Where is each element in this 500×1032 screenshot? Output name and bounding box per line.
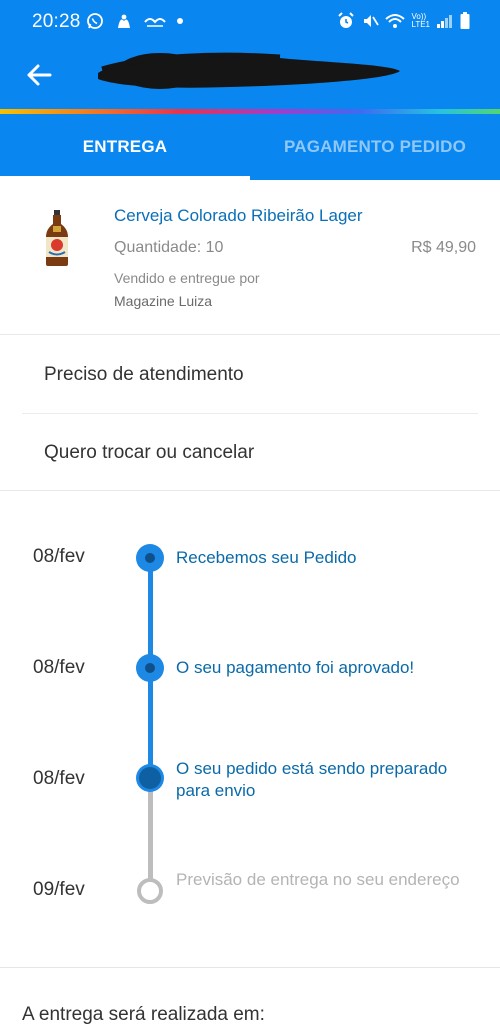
timeline-dot-inner (145, 553, 155, 563)
timeline-line-pending (148, 779, 153, 891)
tab-bar: ENTREGA PAGAMENTO PEDIDO (0, 114, 500, 180)
beer-bottle-image (46, 210, 68, 266)
product-quantity: Quantidade: 10 (114, 239, 224, 256)
bird-notification-icon (144, 18, 166, 27)
network-label: Vo)) LTE1 (411, 13, 430, 29)
exchange-cancel-item[interactable]: Quero trocar ou cancelar (22, 414, 478, 491)
notification-icons (86, 12, 184, 30)
network-label-bottom: LTE1 (411, 20, 430, 29)
system-icons: Vo)) LTE1 (337, 12, 470, 30)
timeline-date: 08/fev (33, 768, 85, 789)
mute-icon (364, 15, 380, 27)
order-timeline: 08/fev Recebemos seu Pedido 08/fev O seu… (0, 491, 500, 967)
timeline-date: 09/fev (33, 879, 85, 900)
whatsapp-icon (87, 13, 103, 29)
tab-entrega[interactable]: ENTREGA (0, 114, 250, 180)
product-name[interactable]: Cerveja Colorado Ribeirão Lager (114, 206, 363, 226)
sold-by-label: Vendido e entregue por (114, 270, 260, 286)
flower-notification-icon (118, 14, 130, 28)
timeline-dot-done (136, 654, 164, 682)
wifi-icon (385, 14, 406, 28)
product-price: R$ 49,90 (411, 239, 476, 256)
status-time: 20:28 (32, 11, 81, 32)
timeline-dot-inner (145, 663, 155, 673)
dot-icon (177, 18, 183, 24)
battery-icon (460, 12, 470, 29)
redaction-scribble (98, 52, 400, 89)
timeline-date: 08/fev (33, 546, 85, 567)
timeline-step-text: Previsão de entrega no seu endereço (176, 870, 460, 889)
alarm-icon (338, 12, 355, 28)
product-card[interactable]: Cerveja Colorado Ribeirão Lager Quantida… (0, 180, 500, 335)
seller-name: Magazine Luiza (114, 293, 213, 309)
timeline-step-text: O seu pagamento foi aprovado! (176, 658, 415, 677)
delivery-address-heading: A entrega será realizada em: (22, 1004, 265, 1025)
timeline-dot-pending (137, 878, 163, 904)
timeline-step-text: Recebemos seu Pedido (176, 548, 357, 567)
timeline-date: 08/fev (33, 657, 85, 678)
status-bar: 20:28 Vo)) LTE1 (0, 0, 500, 42)
support-request-item[interactable]: Preciso de atendimento (22, 337, 478, 414)
back-button[interactable] (22, 58, 56, 92)
tab-pagamento-pedido[interactable]: PAGAMENTO PEDIDO (250, 114, 500, 180)
divider (0, 967, 500, 968)
timeline-dot-current (136, 764, 164, 792)
signal-icon (437, 15, 452, 28)
arrow-left-icon (27, 64, 52, 86)
timeline-step-text: O seu pedido está sendo preparado para e… (176, 759, 448, 800)
timeline-dot-inner (139, 767, 161, 789)
timeline-dot-done (136, 544, 164, 572)
